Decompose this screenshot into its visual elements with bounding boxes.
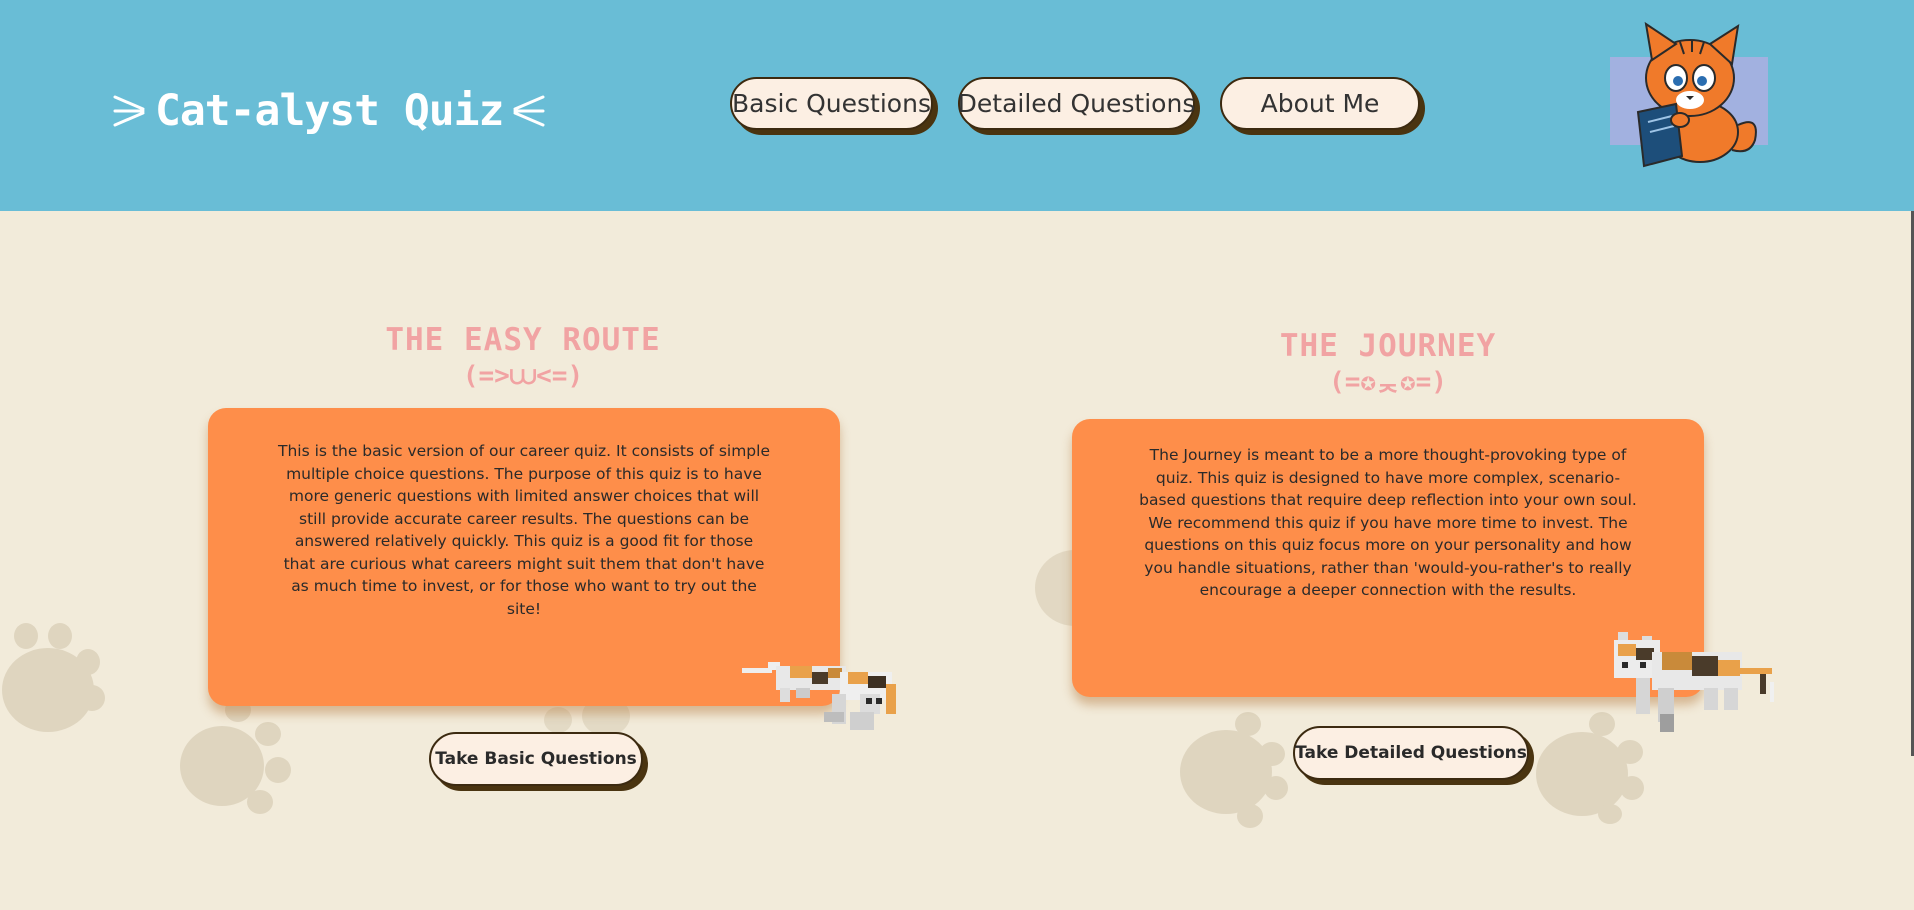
nav-about-me-button[interactable]: About Me <box>1220 77 1420 130</box>
pixel-calico-cat-icon <box>742 662 896 730</box>
pixel-calico-cat-icon <box>1614 632 1774 732</box>
easy-route-title: THE EASY ROUTE <box>385 322 661 358</box>
paw-print-icon <box>1180 712 1288 828</box>
site-header: Cat-alyst Quiz Basic Questions Detailed … <box>0 0 1914 211</box>
nav-detailed-questions-label: Detailed Questions <box>957 89 1196 118</box>
nav-about-me-label: About Me <box>1260 89 1380 118</box>
cat-reading-book-icon <box>1610 21 1768 168</box>
paw-print-icon <box>180 698 291 814</box>
easy-route-description: This is the basic version of our career … <box>278 442 770 618</box>
take-detailed-questions-label: Take Detailed Questions <box>1295 743 1527 763</box>
easy-route-emoticon: (=>⩊<=) <box>462 361 584 391</box>
take-basic-questions-label: Take Basic Questions <box>435 749 637 769</box>
journey-emoticon: (=✪ᆽ✪=) <box>1329 367 1447 397</box>
take-detailed-questions-button[interactable]: Take Detailed Questions <box>1293 726 1529 780</box>
journey-description: The Journey is meant to be a more though… <box>1139 446 1637 600</box>
whisker-right-icon <box>513 95 545 127</box>
easy-route-heading: THE EASY ROUTE (=>⩊<=) <box>340 322 706 394</box>
nav-detailed-questions-button[interactable]: Detailed Questions <box>958 77 1195 130</box>
logo-text: Cat-alyst Quiz <box>155 86 504 136</box>
nav-basic-questions-label: Basic Questions <box>732 89 931 118</box>
paw-print-icon <box>2 623 105 732</box>
journey-heading: THE JOURNEY (=✪ᆽ✪=) <box>1205 328 1571 400</box>
nav-basic-questions-button[interactable]: Basic Questions <box>730 77 933 130</box>
whisker-left-icon <box>113 95 145 127</box>
take-basic-questions-button[interactable]: Take Basic Questions <box>429 732 643 786</box>
site-logo[interactable]: Cat-alyst Quiz <box>113 86 545 136</box>
journey-card: The Journey is meant to be a more though… <box>1072 419 1704 697</box>
journey-title: THE JOURNEY <box>1279 328 1497 364</box>
